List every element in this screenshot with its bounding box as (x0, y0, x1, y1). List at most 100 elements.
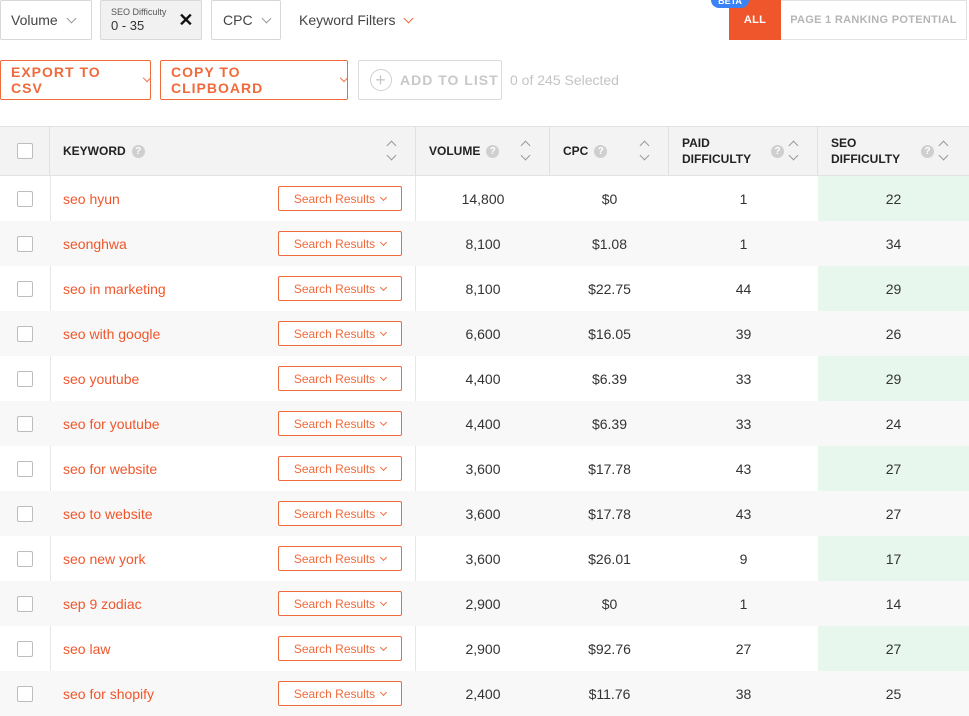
row-checkbox[interactable] (17, 235, 33, 252)
keyword-link[interactable]: seo with google (63, 326, 160, 342)
chevron-down-icon (380, 688, 388, 696)
keyword-link[interactable]: seo for website (63, 461, 157, 477)
chevron-down-icon (380, 553, 388, 561)
table-row: seo hyun Search Results 14,800 $0 1 22 (0, 176, 969, 221)
paid-difficulty-cell: 43 (735, 505, 752, 522)
table-header: KEYWORD ? VOLUME ? CPC ? PAID DIFFICULTY… (0, 126, 969, 176)
search-results-button[interactable]: Search Results (278, 276, 402, 301)
search-results-label: Search Results (293, 461, 376, 476)
copy-to-clipboard-button[interactable]: COPY TO CLIPBOARD (160, 60, 349, 100)
seo-difficulty-cell: 29 (885, 280, 902, 297)
row-select-cell (17, 536, 33, 581)
row-checkbox[interactable] (17, 370, 33, 387)
seo-difficulty-cell: 29 (885, 370, 902, 387)
volume-filter-dropdown[interactable]: Volume (0, 0, 92, 40)
keyword-filters-dropdown[interactable]: Keyword Filters (290, 0, 430, 40)
header-seo-difficulty[interactable]: SEO DIFFICULTY ? (818, 127, 969, 175)
search-results-label: Search Results (293, 371, 376, 386)
search-results-button[interactable]: Search Results (278, 501, 402, 526)
row-checkbox[interactable] (17, 325, 33, 342)
export-to-csv-button[interactable]: EXPORT TO CSV (0, 60, 152, 100)
close-icon[interactable]: ✕ (178, 11, 193, 29)
paid-difficulty-cell: 44 (735, 280, 752, 297)
header-select-cell (0, 127, 50, 175)
cpc-cell: $6.39 (591, 415, 628, 432)
row-checkbox[interactable] (17, 415, 33, 432)
row-checkbox[interactable] (17, 460, 33, 477)
row-checkbox[interactable] (17, 550, 33, 567)
search-results-button[interactable]: Search Results (278, 186, 402, 211)
keyword-link[interactable]: seo for youtube (63, 416, 160, 432)
volume-cell: 8,100 (465, 235, 501, 252)
row-checkbox[interactable] (17, 640, 33, 657)
search-results-button[interactable]: Search Results (278, 231, 402, 256)
help-icon[interactable]: ? (131, 144, 145, 158)
keyword-link[interactable]: seo youtube (63, 371, 139, 387)
row-checkbox[interactable] (17, 505, 33, 522)
keyword-link[interactable]: seo new york (63, 551, 145, 567)
search-results-button[interactable]: Search Results (278, 681, 402, 706)
header-paid-difficulty[interactable]: PAID DIFFICULTY ? (669, 127, 818, 175)
cpc-cell: $22.75 (588, 280, 631, 297)
table-row: seo new york Search Results 3,600 $26.01… (0, 536, 969, 581)
cpc-cell: $92.76 (588, 640, 631, 657)
cpc-cell: $0 (601, 595, 618, 612)
search-results-button[interactable]: Search Results (278, 591, 402, 616)
row-checkbox[interactable] (17, 190, 33, 207)
help-icon[interactable]: ? (771, 144, 784, 158)
row-select-cell (17, 626, 33, 671)
search-results-button[interactable]: Search Results (278, 546, 402, 571)
sort-icon[interactable] (639, 140, 651, 164)
tab-page1-ranking-potential[interactable]: PAGE 1 RANKING POTENTIAL (781, 0, 967, 40)
search-results-button[interactable]: Search Results (278, 411, 402, 436)
cpc-cell: $16.05 (588, 325, 631, 342)
header-volume[interactable]: VOLUME ? (416, 127, 550, 175)
seo-difficulty-cell: 14 (885, 595, 902, 612)
keyword-link[interactable]: sep 9 zodiac (63, 596, 142, 612)
help-icon[interactable]: ? (921, 144, 934, 158)
add-to-list-button[interactable]: + ADD TO LIST (358, 60, 502, 100)
row-checkbox[interactable] (17, 280, 33, 297)
seo-difficulty-filter-range: 0 - 35 (111, 18, 145, 33)
sort-icon[interactable] (520, 140, 532, 164)
chevron-down-icon (380, 463, 388, 471)
seo-difficulty-cell: 27 (885, 640, 902, 657)
sort-icon[interactable] (938, 140, 950, 164)
search-results-button[interactable]: Search Results (278, 366, 402, 391)
keyword-link[interactable]: seo to website (63, 506, 153, 522)
cpc-filter-dropdown[interactable]: CPC (211, 0, 281, 40)
header-cpc[interactable]: CPC ? (550, 127, 669, 175)
search-results-button[interactable]: Search Results (278, 456, 402, 481)
chevron-down-icon (380, 373, 388, 381)
volume-cell: 3,600 (465, 550, 501, 567)
sort-icon[interactable] (788, 140, 800, 164)
keyword-link[interactable]: seo for shopify (63, 686, 154, 702)
chevron-down-icon (339, 73, 349, 83)
help-icon[interactable]: ? (486, 144, 500, 158)
sort-icon[interactable] (386, 140, 398, 164)
cpc-filter-label: CPC (223, 12, 253, 28)
keyword-link[interactable]: seo hyun (63, 191, 120, 207)
row-checkbox[interactable] (17, 595, 33, 612)
row-select-cell (17, 491, 33, 536)
paid-difficulty-cell: 9 (739, 550, 748, 567)
header-keyword[interactable]: KEYWORD ? (50, 127, 416, 175)
row-checkbox[interactable] (17, 685, 33, 702)
keyword-filters-label: Keyword Filters (299, 12, 396, 28)
cpc-cell: $11.76 (588, 685, 631, 702)
help-icon[interactable]: ? (594, 144, 608, 158)
keyword-link[interactable]: seonghwa (63, 236, 127, 252)
keyword-link[interactable]: seo law (63, 641, 110, 657)
paid-difficulty-cell: 33 (735, 370, 752, 387)
cpc-cell: $26.01 (588, 550, 631, 567)
cpc-cell: $6.39 (591, 370, 628, 387)
paid-difficulty-cell: 39 (735, 325, 752, 342)
search-results-button[interactable]: Search Results (278, 636, 402, 661)
cpc-cell: $17.78 (588, 460, 631, 477)
keyword-link[interactable]: seo in marketing (63, 281, 166, 297)
select-all-checkbox[interactable] (16, 143, 33, 159)
search-results-label: Search Results (293, 551, 376, 566)
seo-difficulty-filter-label: SEO Difficulty (111, 7, 167, 17)
search-results-button[interactable]: Search Results (278, 321, 402, 346)
seo-difficulty-filter-chip[interactable]: SEO Difficulty 0 - 35 ✕ (100, 0, 202, 40)
